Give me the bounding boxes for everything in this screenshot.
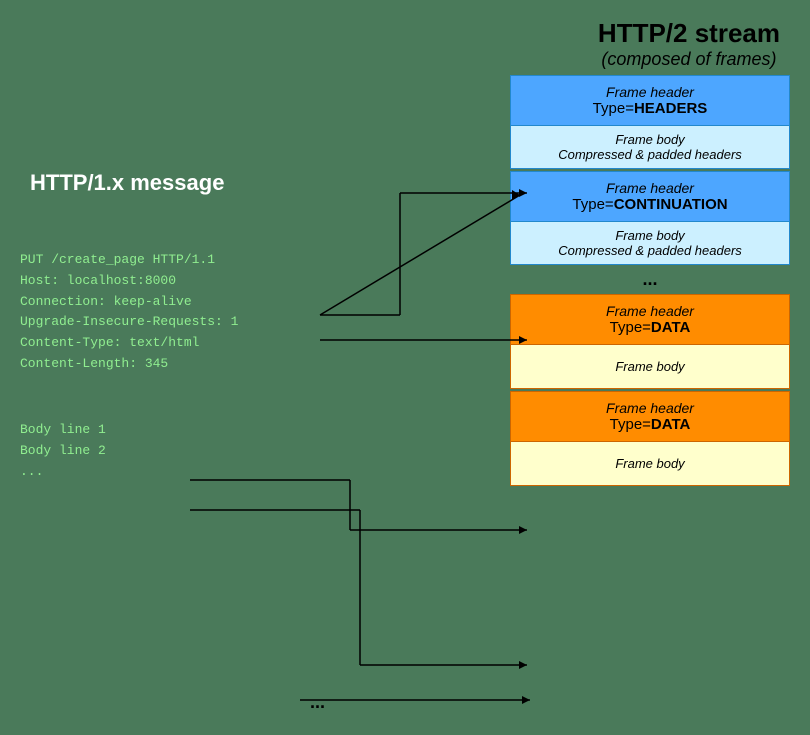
- frame4-type: Type=DATA: [523, 416, 777, 433]
- page-title: HTTP/2 stream: [598, 18, 780, 49]
- page-title-area: HTTP/2 stream (composed of frames): [598, 18, 780, 70]
- frame2-header-label: Frame header: [523, 180, 777, 196]
- body-dots: ...: [20, 462, 106, 483]
- code-line-3: Connection: keep-alive: [20, 292, 238, 313]
- http1-code-block: PUT /create_page HTTP/1.1 Host: localhos…: [20, 250, 238, 375]
- frame1-type: Type=HEADERS: [523, 100, 777, 117]
- frame1-header-label: Frame header: [523, 84, 777, 100]
- frame4-header-label: Frame header: [523, 400, 777, 416]
- body-lines-block: Body line 1 Body line 2 ...: [20, 420, 106, 482]
- frame2-header: Frame header Type=CONTINUATION: [510, 171, 790, 222]
- frame2-type: Type=CONTINUATION: [523, 196, 777, 213]
- frame3-body-label: Frame body: [523, 359, 777, 374]
- frame1-body-label: Frame body: [523, 132, 777, 147]
- http1-label: HTTP/1.x message: [30, 170, 224, 196]
- frame3-body: Frame body: [510, 345, 790, 389]
- frame4-body: Frame body: [510, 442, 790, 486]
- frame3-type: Type=DATA: [523, 319, 777, 336]
- frame1-body-sub: Compressed & padded headers: [523, 147, 777, 162]
- body-line-1: Body line 1: [20, 420, 106, 441]
- page-subtitle: (composed of frames): [598, 49, 780, 70]
- frame1-body: Frame body Compressed & padded headers: [510, 126, 790, 169]
- body-line-2: Body line 2: [20, 441, 106, 462]
- bottom-dots: ...: [310, 692, 325, 713]
- code-line-6: Content-Length: 345: [20, 354, 238, 375]
- frame2-body-label: Frame body: [523, 228, 777, 243]
- frame4-header: Frame header Type=DATA: [510, 391, 790, 442]
- frame1-header: Frame header Type=HEADERS: [510, 75, 790, 126]
- frame2-body-sub: Compressed & padded headers: [523, 243, 777, 258]
- frame3-header: Frame header Type=DATA: [510, 294, 790, 345]
- mid-dots: ...: [510, 265, 790, 294]
- code-line-1: PUT /create_page HTTP/1.1: [20, 250, 238, 271]
- code-line-2: Host: localhost:8000: [20, 271, 238, 292]
- frames-container: Frame header Type=HEADERS Frame body Com…: [510, 75, 790, 486]
- frame4-body-label: Frame body: [523, 456, 777, 471]
- frame2-body: Frame body Compressed & padded headers: [510, 222, 790, 265]
- code-line-4: Upgrade-Insecure-Requests: 1: [20, 312, 238, 333]
- code-line-5: Content-Type: text/html: [20, 333, 238, 354]
- frame3-header-label: Frame header: [523, 303, 777, 319]
